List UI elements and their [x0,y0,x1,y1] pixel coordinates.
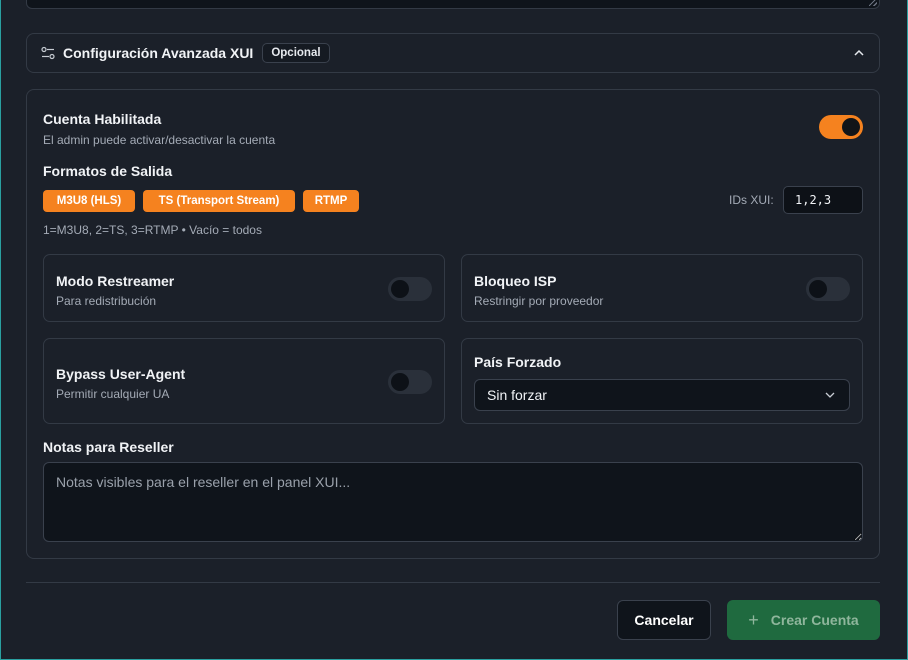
plus-icon: + [748,609,759,630]
resize-grip-icon[interactable] [869,0,877,6]
format-ts-button[interactable]: TS (Transport Stream) [143,190,295,212]
account-enabled-toggle[interactable] [819,115,863,139]
bypass-ua-card: Bypass User-Agent Permitir cualquier UA [43,338,445,424]
format-hint: 1=M3U8, 2=TS, 3=RTMP • Vacío = todos [43,223,262,237]
format-rtmp-button[interactable]: RTMP [303,190,359,212]
chevron-down-icon [825,392,835,398]
toggle-knob [809,280,827,298]
format-m3u8-button[interactable]: M3U8 (HLS) [43,190,135,212]
restreamer-toggle[interactable] [388,277,432,301]
isp-block-description: Restringir por proveedor [474,294,604,308]
bypass-ua-description: Permitir cualquier UA [56,387,170,401]
bypass-ua-label: Bypass User-Agent [56,366,186,382]
footer-divider [26,582,880,583]
reseller-notes-label: Notas para Reseller [43,439,174,455]
modal-body: Configuración Avanzada XUI Opcional Cuen… [0,0,908,660]
account-enabled-label: Cuenta Habilitada [43,111,162,127]
restreamer-description: Para redistribución [56,294,157,308]
cancel-button[interactable]: Cancelar [617,600,711,640]
output-formats-label: Formatos de Salida [43,163,173,179]
sliders-icon [41,46,55,60]
account-enabled-description: El admin puede activar/desactivar la cue… [43,133,276,147]
bypass-ua-toggle[interactable] [388,370,432,394]
create-account-label: Crear Cuenta [770,612,859,628]
isp-block-label: Bloqueo ISP [474,273,557,289]
advanced-config-header[interactable]: Configuración Avanzada XUI Opcional [26,33,880,73]
xui-ids-input[interactable]: 1,2,3 [783,186,863,214]
restreamer-card: Modo Restreamer Para redistribución [43,254,445,322]
toggle-knob [391,373,409,391]
xui-ids-label: IDs XUI: [729,193,774,207]
chevron-up-icon[interactable] [853,47,865,59]
forced-country-select[interactable]: Sin forzar [474,379,850,411]
reseller-notes-textarea[interactable] [43,462,863,542]
restreamer-label: Modo Restreamer [56,273,175,289]
forced-country-label: País Forzado [474,354,562,370]
advanced-config-panel: Cuenta Habilitada El admin puede activar… [26,89,880,559]
isp-block-toggle[interactable] [806,277,850,301]
advanced-config-title: Configuración Avanzada XUI [63,45,254,61]
previous-textarea[interactable] [26,0,880,9]
isp-block-card: Bloqueo ISP Restringir por proveedor [461,254,863,322]
toggle-knob [391,280,409,298]
forced-country-card: País Forzado Sin forzar [461,338,863,424]
forced-country-value: Sin forzar [487,387,547,403]
create-account-button[interactable]: + Crear Cuenta [727,600,880,640]
toggle-knob [842,118,860,136]
optional-badge: Opcional [262,43,330,63]
